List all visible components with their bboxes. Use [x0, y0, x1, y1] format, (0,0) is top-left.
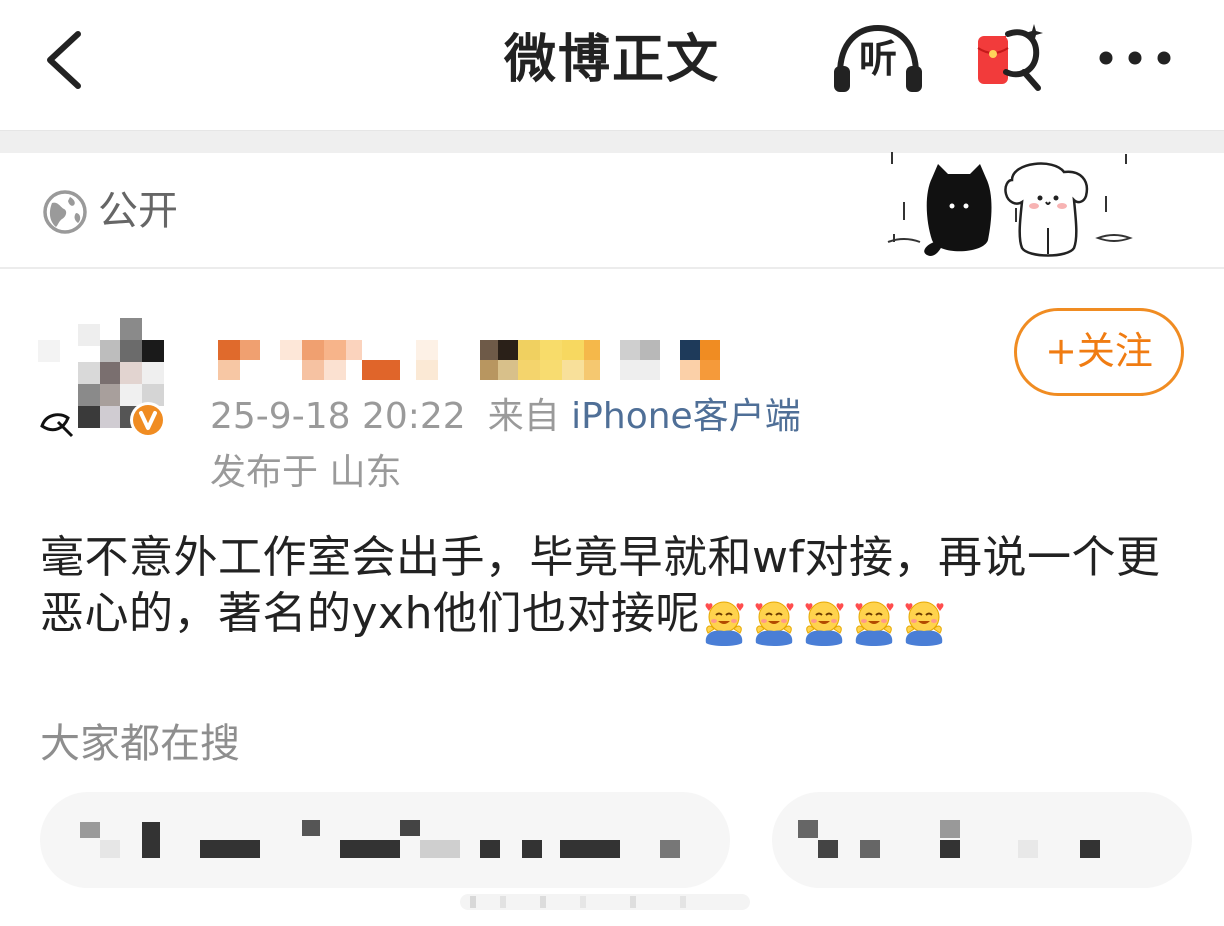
listen-label: 听	[858, 37, 897, 81]
redacted-block	[420, 840, 460, 858]
post-text: 毫不意外工作室会出手，毕竟早就和wf对接，再说一个更恶心的，著名的yxh他们也对…	[40, 532, 1161, 639]
redacted-block	[522, 840, 542, 858]
redacted-block	[660, 840, 680, 858]
privacy-label: 公开	[98, 188, 178, 234]
redacted-block	[302, 820, 320, 836]
username-mosaic[interactable]	[218, 338, 728, 382]
redacted-block	[860, 840, 880, 858]
scroll-hint	[460, 894, 750, 910]
redacted-block	[400, 820, 420, 836]
listen-icon[interactable]: 听	[830, 22, 926, 98]
redacted-block	[940, 820, 960, 838]
hug-emoji	[705, 601, 744, 646]
post-datetime: 25-9-18 20:22	[210, 396, 466, 437]
redacted-block	[1018, 840, 1038, 858]
post-location: 发布于 山东	[210, 452, 402, 493]
globe-icon	[43, 190, 87, 234]
cat-dog-sticker	[887, 152, 1133, 257]
redacted-block	[80, 822, 100, 838]
trending-pill[interactable]	[772, 792, 1192, 888]
redacted-block	[480, 840, 500, 858]
red-packet-search-icon[interactable]	[972, 22, 1052, 98]
post-meta: 25-9-18 20:22 来自 iPhone客户端	[210, 392, 801, 442]
redacted-block	[142, 822, 160, 858]
redacted-block	[100, 840, 120, 858]
hug-emoji	[905, 601, 944, 646]
source-prefix: 来自	[487, 396, 560, 437]
back-icon[interactable]	[40, 28, 90, 92]
emoji-row	[700, 594, 950, 650]
hug-emoji	[855, 601, 894, 646]
top-navbar: 微博正文 听	[0, 0, 1224, 130]
trending-pill[interactable]	[40, 792, 730, 888]
hug-emoji	[755, 601, 794, 646]
hug-emoji	[805, 601, 844, 646]
redacted-block	[818, 840, 838, 858]
follow-button[interactable]: +关注	[1014, 308, 1184, 396]
redacted-block	[940, 840, 960, 858]
redacted-block	[1080, 840, 1100, 858]
avatar[interactable]	[38, 318, 172, 446]
post-source-link[interactable]: iPhone客户端	[571, 396, 801, 437]
more-icon[interactable]	[1098, 48, 1172, 68]
trending-label: 大家都在搜	[40, 721, 240, 767]
redacted-block	[200, 840, 260, 858]
redacted-block	[560, 840, 620, 858]
post-body: 毫不意外工作室会出手，毕竟早就和wf对接，再说一个更恶心的，著名的yxh他们也对…	[40, 530, 1190, 650]
redacted-block	[340, 840, 400, 858]
redacted-block	[798, 820, 818, 838]
